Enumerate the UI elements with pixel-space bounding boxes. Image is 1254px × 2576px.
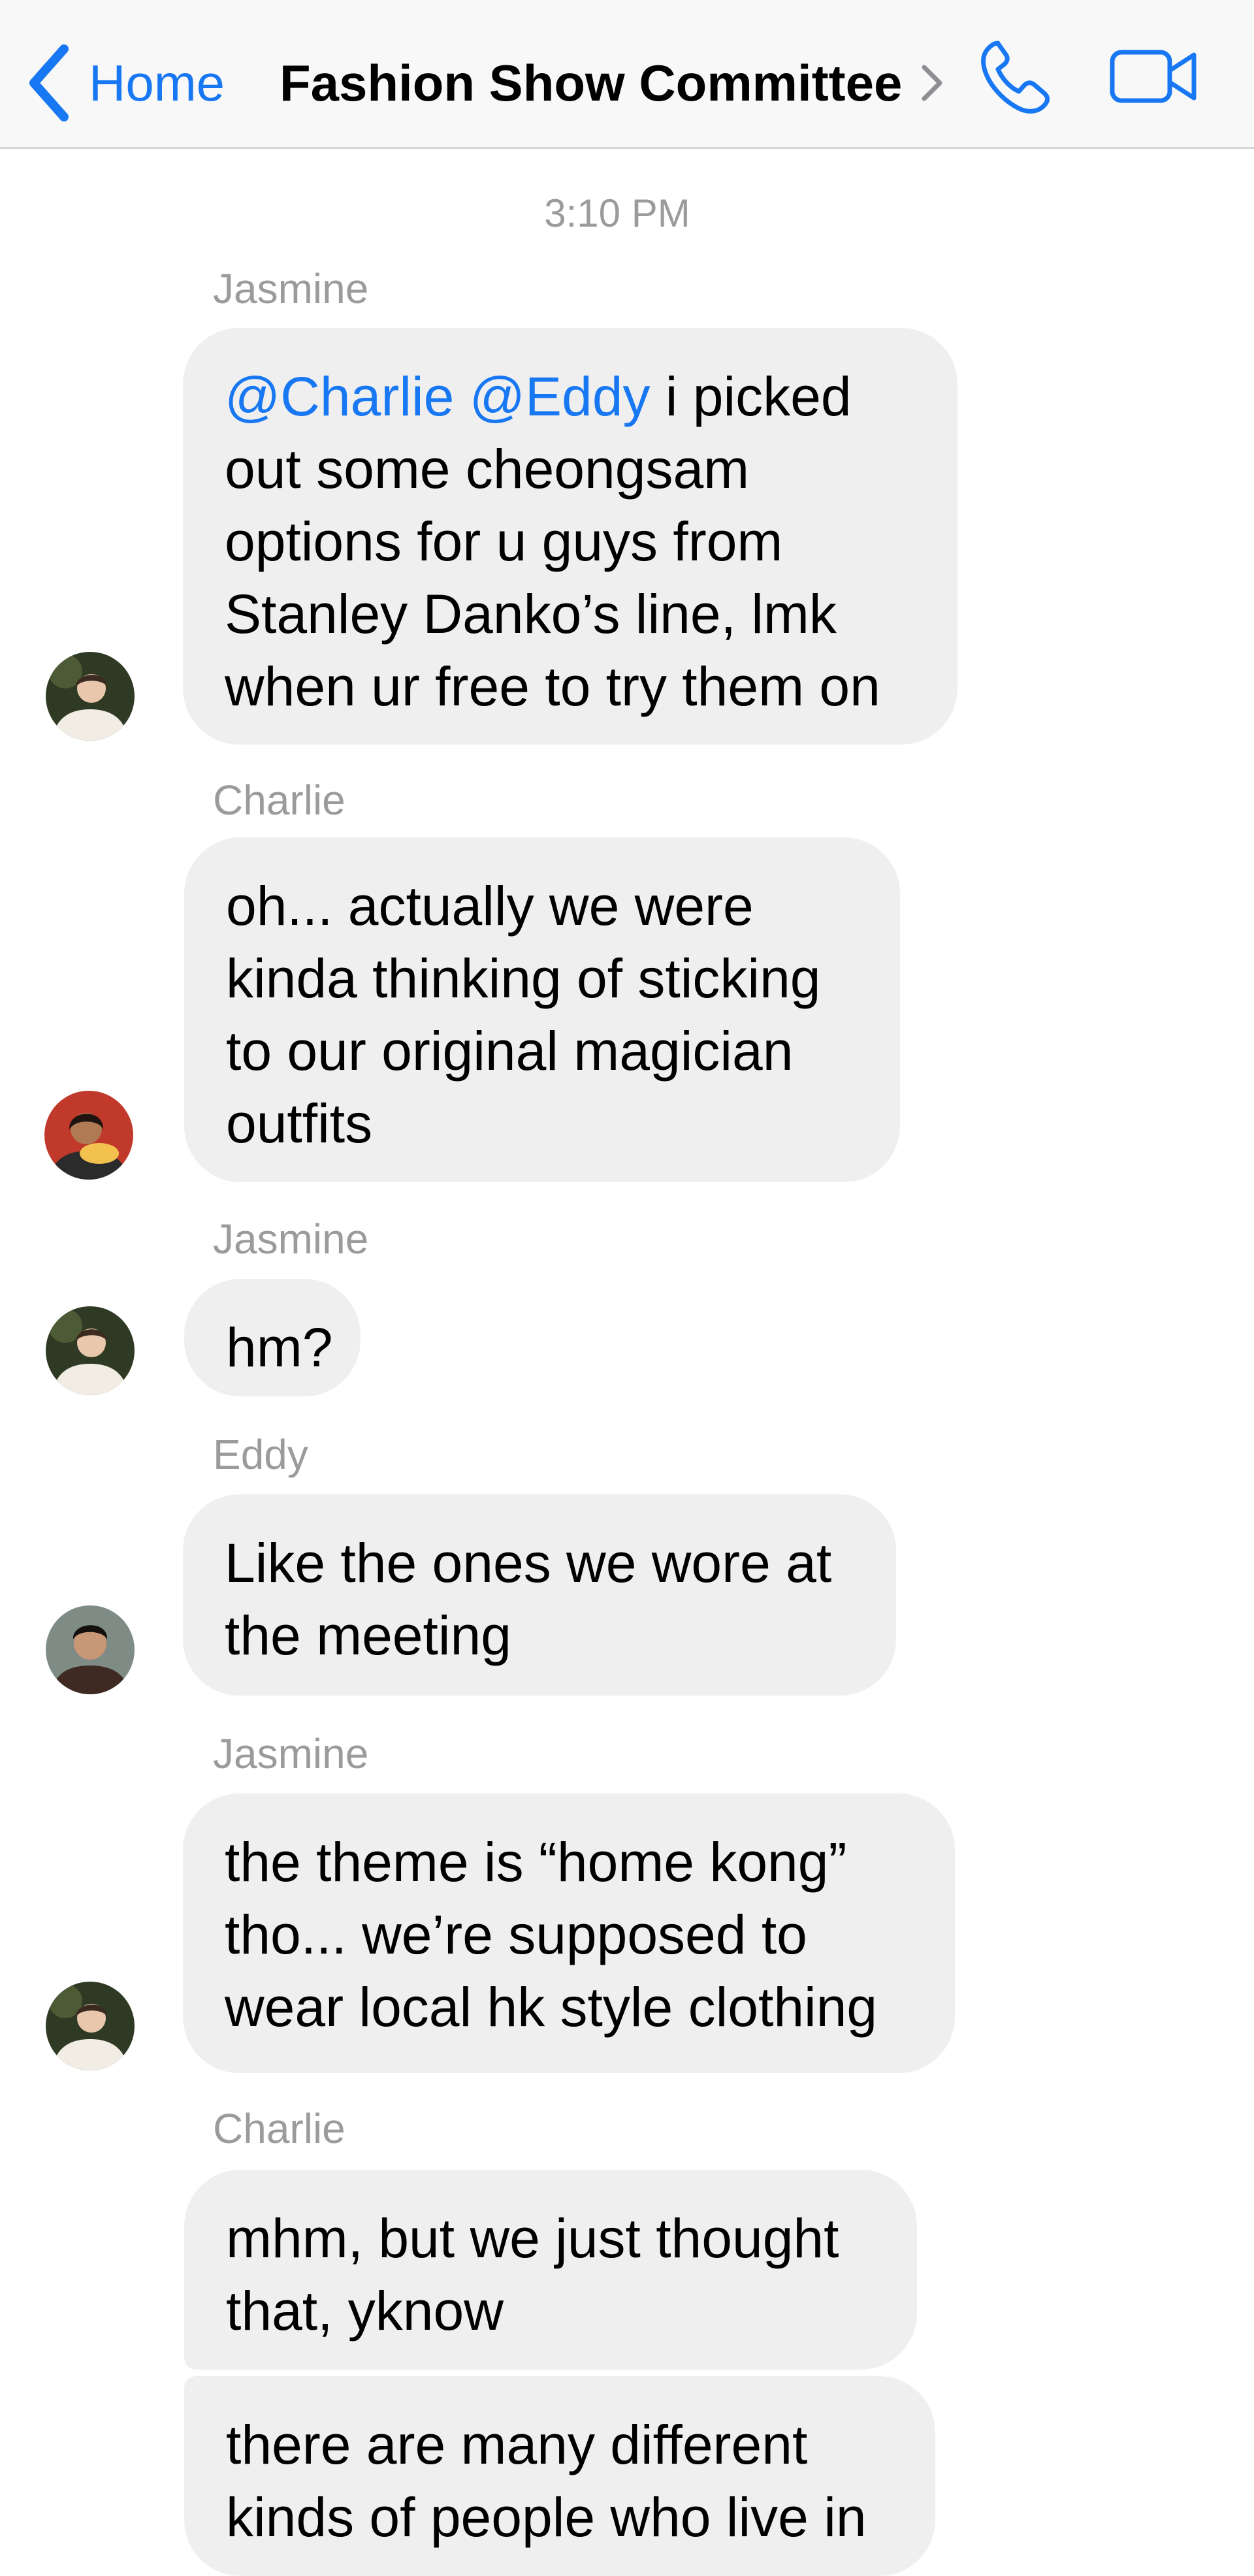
avatar-image <box>46 1982 135 2070</box>
message-bubble[interactable]: oh... actually we were kinda thinking of… <box>184 837 900 1182</box>
message-line: oh... actually we were <box>226 875 754 937</box>
message-line: @Charlie @Eddy i picked <box>225 361 916 433</box>
avatar-charlie[interactable] <box>44 1091 133 1180</box>
conversation-title-text: Fashion Show Committee <box>280 54 903 112</box>
message-line: options for u guys from <box>225 511 783 572</box>
message-line: kinds of people who live in <box>226 2487 867 2548</box>
video-camera-icon[interactable] <box>1109 47 1199 106</box>
message-line: Stanley Danko’s line, lmk <box>225 583 837 645</box>
message-line: the theme is “home kong” <box>225 1831 847 1893</box>
message-line: the meeting <box>225 1605 511 1666</box>
back-button[interactable]: Home <box>26 40 225 125</box>
back-label: Home <box>89 54 225 112</box>
message-line: out some cheongsam <box>225 438 750 500</box>
message-bubble[interactable]: @Charlie @Eddy i picked out some cheongs… <box>183 328 957 745</box>
avatar-jasmine[interactable] <box>46 1306 135 1395</box>
avatar-image <box>44 1091 133 1180</box>
chevron-left-icon <box>29 44 69 121</box>
message-line: hm? <box>226 1317 333 1378</box>
message-line: tho... we’re supposed to <box>225 1904 807 1965</box>
sender-name: Jasmine <box>213 1216 369 1263</box>
conversation-title[interactable]: Fashion Show Committee <box>280 40 945 125</box>
message-bubble[interactable]: mhm, but we just thought that, yknow <box>184 2170 917 2370</box>
message-line: there are many different <box>226 2414 808 2475</box>
sender-name: Charlie <box>213 2105 346 2152</box>
message-line: to our original magician <box>226 1020 794 1082</box>
message-line: wear local hk style clothing <box>225 1976 878 2038</box>
avatar-image <box>46 1605 135 1694</box>
message-line: that, yknow <box>226 2280 504 2342</box>
avatar-jasmine[interactable] <box>46 1982 135 2070</box>
message-line: when ur free to try them on <box>225 656 880 717</box>
message-bubble[interactable]: Like the ones we wore at the meeting <box>183 1494 896 1696</box>
sender-name: Jasmine <box>213 265 369 312</box>
phone-icon[interactable] <box>978 38 1054 116</box>
message-timestamp: 3:10 PM <box>544 191 690 235</box>
avatar-image <box>46 1306 135 1395</box>
avatar-eddy[interactable] <box>46 1605 135 1694</box>
sender-name: Eddy <box>213 1431 308 1478</box>
message-bubble[interactable]: there are many different kinds of people… <box>184 2376 935 2576</box>
message-bubble[interactable]: the theme is “home kong” tho... we’re su… <box>183 1794 955 2073</box>
sender-name: Jasmine <box>213 1730 369 1777</box>
mention-link[interactable]: @Charlie @Eddy <box>225 366 650 427</box>
message-line: Like the ones we wore at <box>225 1532 832 1594</box>
message-line: kinda thinking of sticking <box>226 948 821 1009</box>
avatar-image <box>46 652 135 741</box>
navigation-bar: Home Fashion Show Committee <box>0 0 1254 149</box>
avatar-jasmine[interactable] <box>46 652 135 741</box>
sender-name: Charlie <box>213 777 346 824</box>
message-line: outfits <box>226 1093 373 1154</box>
message-bubble[interactable]: hm? <box>184 1279 361 1396</box>
message-line: mhm, but we just thought <box>226 2208 839 2269</box>
message-text: i picked <box>650 366 852 427</box>
chevron-right-icon <box>922 65 942 101</box>
